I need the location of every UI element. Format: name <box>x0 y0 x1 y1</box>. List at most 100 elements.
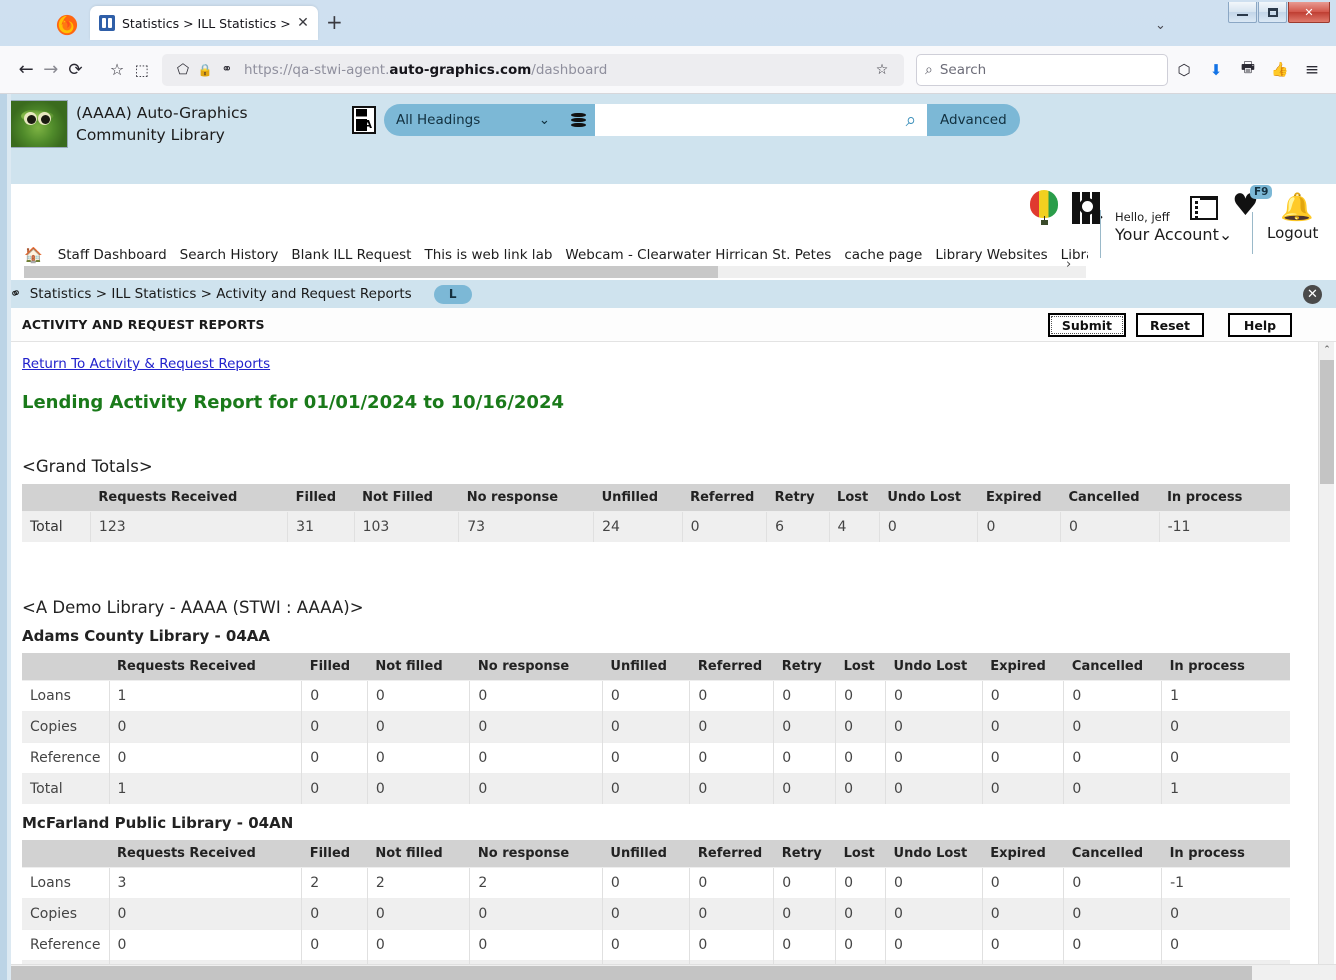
tab-close-icon[interactable]: ✕ <box>294 16 312 30</box>
table-cell: 0 <box>1063 929 1162 961</box>
tab-list-chevron-down-icon[interactable]: ⌄ <box>1155 18 1166 33</box>
nav-link-search-history[interactable]: Search History <box>180 247 279 263</box>
nav-link-staff-dashboard[interactable]: Staff Dashboard <box>58 247 167 263</box>
connection-lock-icon[interactable]: 🔒 <box>194 63 216 77</box>
window-close-button[interactable]: ✕ <box>1288 2 1330 23</box>
nav-link-web-link-lab[interactable]: This is web link lab <box>424 247 552 263</box>
table-cell: 0 <box>1063 773 1162 804</box>
account-menu[interactable]: Hello, jeff Your Account⌄ <box>1100 210 1232 258</box>
url-bar[interactable]: ⬠ 🔒 ⚭ https://qa-stwi-agent.auto-graphic… <box>162 53 904 86</box>
table-cell: 0 <box>773 680 836 712</box>
forward-arrow-icon[interactable]: → <box>39 54 64 86</box>
table-cell: 0 <box>108 742 302 774</box>
back-arrow-icon[interactable]: ← <box>14 54 39 86</box>
home-icon[interactable]: 🏠 <box>24 246 43 264</box>
browser-menu-icon[interactable]: ≡ <box>1296 54 1328 86</box>
headings-dropdown[interactable]: All Headings ⌄ <box>384 104 562 136</box>
hot-air-balloon-icon[interactable] <box>1030 190 1058 226</box>
browser-tab[interactable]: Statistics > ILL Statistics > Activi ✕ <box>90 6 318 40</box>
reload-icon[interactable]: ⟳ <box>63 54 88 86</box>
section-column-header: No response <box>469 840 603 868</box>
search-magnifier-icon: ⌕ <box>905 109 917 131</box>
close-icon[interactable]: ✕ <box>1303 285 1322 304</box>
nav-link-blank-ill-request[interactable]: Blank ILL Request <box>291 247 411 263</box>
tab-favicon-icon <box>99 15 115 31</box>
report-content: Return To Activity & Request Reports Len… <box>0 342 1318 974</box>
nav-link-library-websites[interactable]: Library Websites <box>935 247 1047 263</box>
grand-totals-column-header: Retry <box>766 484 830 512</box>
table-cell: 0 <box>301 929 368 961</box>
nav-links-horizontal-scrollbar[interactable] <box>24 266 1086 278</box>
nav-link-webcam[interactable]: Webcam - Clearwater Hirrican St. Petes <box>565 247 831 263</box>
section-column-header: Referred <box>689 840 774 868</box>
table-cell: 0 <box>301 680 368 712</box>
table-cell: 0 <box>689 929 774 961</box>
database-selector-button[interactable] <box>562 104 595 136</box>
section-column-header: Requests Received <box>109 653 302 681</box>
left-edge-decoration-2 <box>7 94 11 980</box>
grand-totals-label: <Grand Totals> <box>22 457 153 476</box>
favorites-shortcut-badge: F9 <box>1250 185 1273 199</box>
table-cell: 1 <box>1161 680 1290 712</box>
print-icon[interactable]: 🖶 <box>1232 54 1264 86</box>
grand-totals-column-header: No response <box>458 484 594 512</box>
lending-pill-badge[interactable]: L <box>433 284 472 304</box>
table-cell: 0 <box>835 680 886 712</box>
table-cell: 0 <box>773 929 836 961</box>
nav-link-library-homepage[interactable]: Library Homepage <box>1061 247 1088 263</box>
table-cell: 4 <box>828 511 880 542</box>
extensions-icon[interactable]: 👍 <box>1264 54 1296 86</box>
section-column-header <box>22 653 109 681</box>
library-sections: Adams County Library - 04AA Requests Rece… <box>22 627 1318 974</box>
help-button[interactable]: Help <box>1228 313 1292 337</box>
window-controls: ✕ <box>1227 2 1330 24</box>
url-bookmark-star-icon[interactable]: ☆ <box>870 62 894 78</box>
row-label: Total <box>22 511 91 542</box>
horizontal-scrollbar-thumb[interactable] <box>2 966 1252 980</box>
catalog-search-button[interactable]: ⌕ <box>895 104 927 136</box>
logout-block[interactable]: Logout <box>1252 212 1318 254</box>
pocket-icon[interactable]: ⬡ <box>1168 54 1200 86</box>
table-cell: 0 <box>835 929 886 961</box>
nav-links-scrollbar-thumb[interactable] <box>24 266 718 278</box>
breadcrumb[interactable]: Statistics > ILL Statistics > Activity a… <box>30 286 412 302</box>
browser-search-bar[interactable]: ⌕ Search <box>916 53 1168 86</box>
grand-totals-column-header: Requests Received <box>90 484 288 512</box>
grand-totals-table: Requests Received Filled Not Filled No resp… <box>22 484 1290 542</box>
scroll-up-arrow-icon[interactable]: ⌃ <box>1319 342 1335 358</box>
reset-button[interactable]: Reset <box>1136 313 1204 337</box>
grand-totals-column-header: Not Filled <box>354 484 459 512</box>
window-maximize-button[interactable] <box>1258 2 1287 23</box>
search-magnifier-icon: ⌕ <box>925 61 933 78</box>
window-minimize-button[interactable] <box>1228 2 1257 23</box>
table-cell: 0 <box>681 511 767 542</box>
catalog-search-input[interactable] <box>595 104 895 136</box>
marc-view-icon[interactable]: A <box>352 106 376 134</box>
tracking-protection-shield-icon[interactable]: ⬠ <box>172 62 194 78</box>
new-tab-button[interactable]: + <box>326 12 343 32</box>
row-label: Copies <box>22 898 109 930</box>
grand-totals-column-header: Filled <box>287 484 355 512</box>
advanced-search-button[interactable]: Advanced <box>927 104 1020 136</box>
table-cell: 0 <box>301 711 368 743</box>
table-cell: 0 <box>366 711 470 743</box>
return-to-reports-link[interactable]: Return To Activity & Request Reports <box>22 356 270 372</box>
nav-link-cache-page[interactable]: cache page <box>844 247 922 263</box>
content-vertical-scrollbar[interactable]: ⌃ ⌄ <box>1318 342 1334 980</box>
library-section-table: Requests Received Filled Not filled No resp… <box>22 840 1290 974</box>
bookmark-star-icon[interactable]: ☆ <box>105 54 130 86</box>
section-column-header: Not filled <box>367 840 470 868</box>
downloads-icon[interactable]: ⬇ <box>1200 54 1232 86</box>
content-horizontal-scrollbar[interactable] <box>0 964 1336 980</box>
your-account-label: Your Account⌄ <box>1115 225 1233 244</box>
os-window: ✕ Statistics > ILL Statistics > Activi ✕… <box>0 0 1336 980</box>
nav-links-next-chevron-icon[interactable]: › <box>1066 257 1071 272</box>
save-to-pocket-icon[interactable]: ⬚ <box>129 54 154 86</box>
row-label: Reference <box>22 742 109 774</box>
submit-button[interactable]: Submit <box>1047 313 1126 337</box>
table-cell: 0 <box>773 867 836 899</box>
site-permissions-icon[interactable]: ⚭ <box>216 62 238 77</box>
vertical-scrollbar-thumb[interactable] <box>1320 360 1334 484</box>
table-cell: 0 <box>601 867 690 899</box>
table-cell: 0 <box>689 898 774 930</box>
